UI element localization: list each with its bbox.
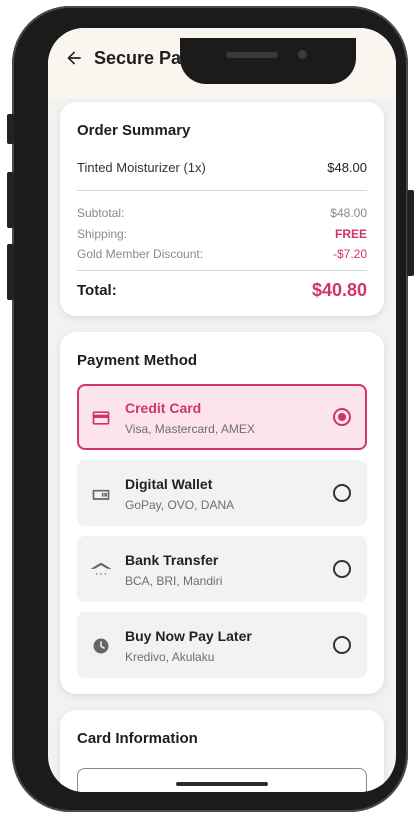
- subtotal-label: Subtotal:: [77, 206, 125, 220]
- discount-label: Gold Member Discount:: [77, 247, 204, 261]
- volume-up-button: [7, 172, 14, 228]
- wallet-icon: [92, 489, 110, 500]
- discount-value: -$7.20: [332, 247, 367, 261]
- method-desc: BCA, BRI, Mandiri: [125, 574, 223, 588]
- method-desc: Visa, Mastercard, AMEX: [125, 422, 255, 436]
- item-price: $48.00: [327, 160, 367, 175]
- method-desc: Kredivo, Akulaku: [125, 650, 215, 664]
- payment-method-title: Payment Method: [77, 352, 198, 369]
- payment-method-card: Payment Method Credit Card Visa, Masterc…: [60, 332, 384, 694]
- subtotal-value: $48.00: [330, 206, 367, 220]
- total-label: Total:: [77, 282, 117, 299]
- card-information-title: Card Information: [77, 730, 198, 747]
- speaker: [226, 52, 278, 58]
- radio-unselected[interactable]: [333, 560, 351, 578]
- order-item-row: Tinted Moisturizer (1x) $48.00: [77, 160, 367, 175]
- volume-down-button: [7, 244, 14, 300]
- item-name: Tinted Moisturizer (1x): [77, 160, 206, 175]
- divider: [77, 270, 367, 271]
- method-desc: GoPay, OVO, DANA: [125, 498, 235, 512]
- radio-dot: [338, 413, 346, 421]
- method-digital-wallet[interactable]: Digital Wallet GoPay, OVO, DANA: [77, 460, 367, 526]
- home-indicator[interactable]: [176, 782, 268, 786]
- bank-icon: [91, 562, 111, 575]
- card-information-card: Card Information: [60, 710, 384, 792]
- method-name: Digital Wallet: [125, 476, 213, 492]
- back-arrow-icon[interactable]: [64, 48, 84, 68]
- shipping-label: Shipping:: [77, 227, 128, 241]
- phone-frame: Secure Payment Order Summary Tinted Mois…: [12, 6, 408, 812]
- method-name: Bank Transfer: [125, 552, 219, 568]
- method-credit-card[interactable]: Credit Card Visa, Mastercard, AMEX: [77, 384, 367, 450]
- method-bank-transfer[interactable]: Bank Transfer BCA, BRI, Mandiri: [77, 536, 367, 602]
- method-name: Buy Now Pay Later: [125, 628, 252, 644]
- total-value: $40.80: [311, 280, 367, 300]
- discount-row: Gold Member Discount: -$7.20: [77, 247, 367, 261]
- divider: [77, 190, 367, 191]
- order-summary-title: Order Summary: [77, 122, 191, 139]
- total-row: Total: $40.80: [77, 280, 367, 301]
- radio-unselected[interactable]: [333, 484, 351, 502]
- method-buy-now-pay-later[interactable]: Buy Now Pay Later Kredivo, Akulaku: [77, 612, 367, 678]
- card-number-input[interactable]: [77, 768, 367, 792]
- order-summary-card: Order Summary Tinted Moisturizer (1x) $4…: [60, 102, 384, 316]
- front-camera: [298, 50, 307, 59]
- radio-selected[interactable]: [333, 408, 351, 426]
- method-name: Credit Card: [125, 400, 202, 416]
- subtotal-row: Subtotal: $48.00: [77, 206, 367, 220]
- mute-switch: [7, 114, 14, 144]
- power-button: [407, 190, 414, 276]
- credit-card-icon: [92, 411, 110, 425]
- screen: Secure Payment Order Summary Tinted Mois…: [48, 28, 396, 792]
- clock-icon: [93, 638, 109, 654]
- notch: [180, 38, 356, 84]
- shipping-value: FREE: [334, 227, 367, 241]
- radio-unselected[interactable]: [333, 636, 351, 654]
- shipping-row: Shipping: FREE: [77, 227, 367, 241]
